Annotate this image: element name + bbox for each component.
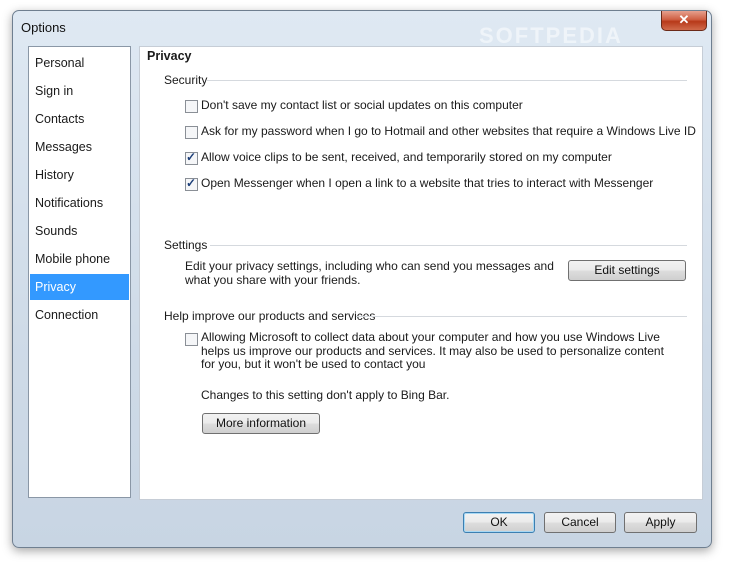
edit-settings-button[interactable]: Edit settings — [568, 260, 686, 281]
sidebar-item-connection[interactable]: Connection — [30, 302, 129, 328]
cancel-button[interactable]: Cancel — [544, 512, 616, 533]
options-window: Options SOFTPEDIA ✕ Personal Sign in Con… — [12, 10, 712, 548]
open-messenger-links-checkbox[interactable] — [185, 176, 198, 191]
sidebar-item-personal[interactable]: Personal — [30, 50, 129, 76]
settings-heading: Settings — [164, 238, 208, 252]
improve-divider — [356, 316, 687, 317]
ok-button[interactable]: OK — [463, 512, 535, 533]
sidebar-item-notifications[interactable]: Notifications — [30, 190, 129, 216]
sidebar-item-sounds[interactable]: Sounds — [30, 218, 129, 244]
category-list: Personal Sign in Contacts Messages Histo… — [28, 46, 131, 498]
data-collection-checkbox[interactable] — [185, 333, 198, 346]
sidebar-item-contacts[interactable]: Contacts — [30, 106, 129, 132]
title-bar[interactable]: Options SOFTPEDIA ✕ — [13, 11, 711, 48]
open-messenger-links-label: Open Messenger when I open a link to a w… — [201, 176, 654, 190]
window-title: Options — [21, 20, 66, 35]
more-information-button[interactable]: More information — [202, 413, 320, 434]
security-heading: Security — [164, 73, 208, 87]
sidebar-item-history[interactable]: History — [30, 162, 129, 188]
settings-divider — [210, 245, 687, 246]
dont-save-contacts-label: Don't save my contact list or social upd… — [201, 98, 523, 112]
allow-voice-clips-label: Allow voice clips to be sent, received, … — [201, 150, 612, 164]
settings-description: Edit your privacy settings, including wh… — [185, 259, 554, 287]
ask-password-checkbox[interactable] — [185, 126, 198, 139]
allow-voice-clips-checkbox[interactable] — [185, 150, 198, 165]
security-divider — [207, 80, 687, 81]
bing-bar-note: Changes to this setting don't apply to B… — [201, 388, 450, 402]
sidebar-item-sign-in[interactable]: Sign in — [30, 78, 129, 104]
close-button[interactable]: ✕ — [661, 11, 707, 31]
close-icon: ✕ — [678, 12, 690, 27]
privacy-panel: Privacy Security Don't save my contact l… — [139, 46, 703, 500]
page-title: Privacy — [147, 49, 192, 63]
sidebar-item-messages[interactable]: Messages — [30, 134, 129, 160]
improve-heading: Help improve our products and services — [164, 309, 376, 323]
data-collection-label: Allowing Microsoft to collect data about… — [201, 330, 664, 371]
ask-password-label: Ask for my password when I go to Hotmail… — [201, 124, 696, 138]
sidebar-item-mobile-phone[interactable]: Mobile phone — [30, 246, 129, 272]
sidebar-item-privacy[interactable]: Privacy — [30, 274, 129, 300]
apply-button[interactable]: Apply — [624, 512, 697, 533]
dont-save-contacts-checkbox[interactable] — [185, 100, 198, 113]
